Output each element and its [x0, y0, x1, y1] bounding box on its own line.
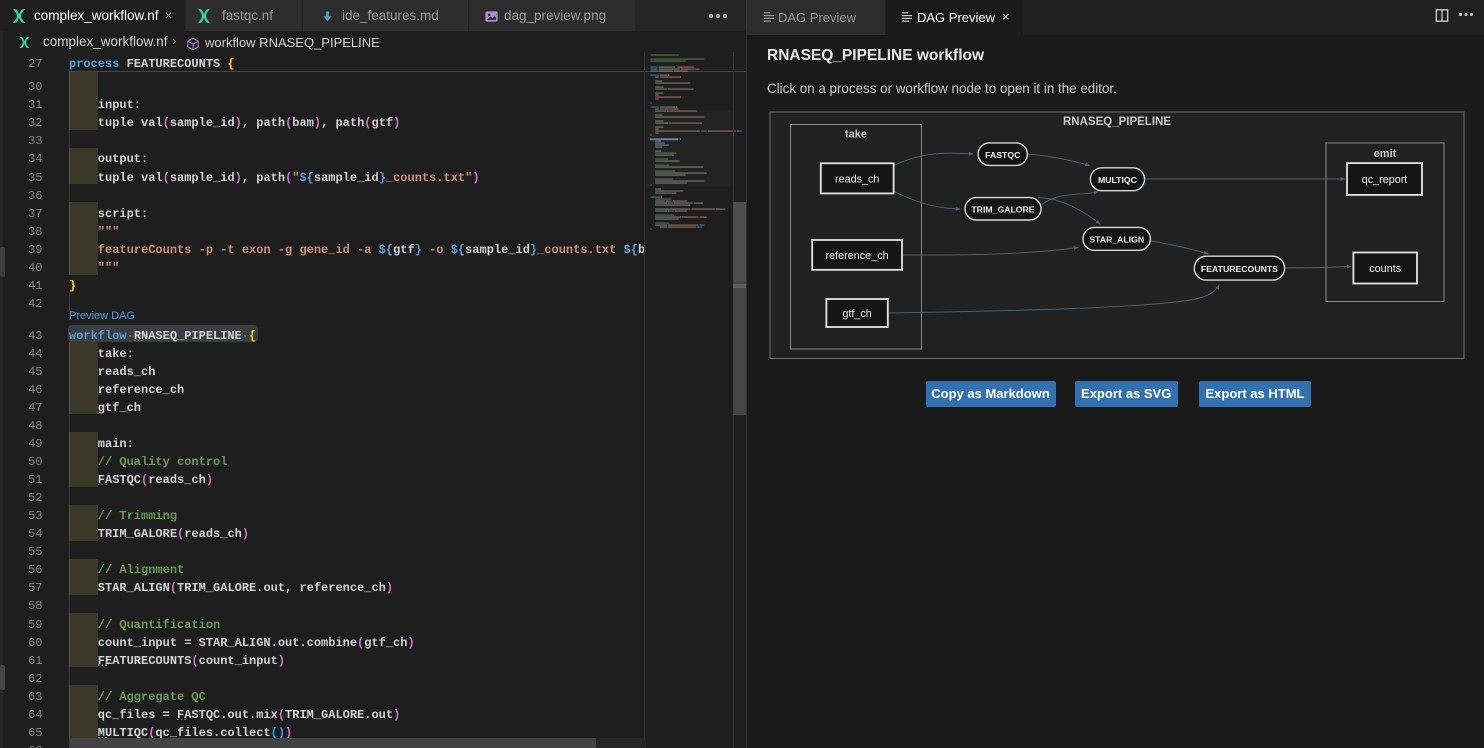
svg-text:RNASEQ_PIPELINE: RNASEQ_PIPELINE [1063, 116, 1171, 128]
svg-text:FASTQC: FASTQC [985, 150, 1021, 160]
svg-text:FEATURECOUNTS: FEATURECOUNTS [1201, 264, 1278, 274]
svg-text:STAR_ALIGN: STAR_ALIGN [1089, 235, 1144, 245]
svg-text:MULTIQC: MULTIQC [1098, 175, 1138, 185]
svg-text:emit: emit [1374, 148, 1397, 160]
svg-text:TRIM_GALORE: TRIM_GALORE [971, 205, 1034, 215]
svg-text:counts: counts [1369, 263, 1401, 275]
svg-text:gtf_ch: gtf_ch [842, 308, 871, 320]
svg-text:reference_ch: reference_ch [826, 250, 889, 262]
svg-text:take: take [845, 129, 867, 141]
svg-text:reads_ch: reads_ch [835, 173, 879, 185]
svg-text:qc_report: qc_report [1362, 174, 1408, 186]
